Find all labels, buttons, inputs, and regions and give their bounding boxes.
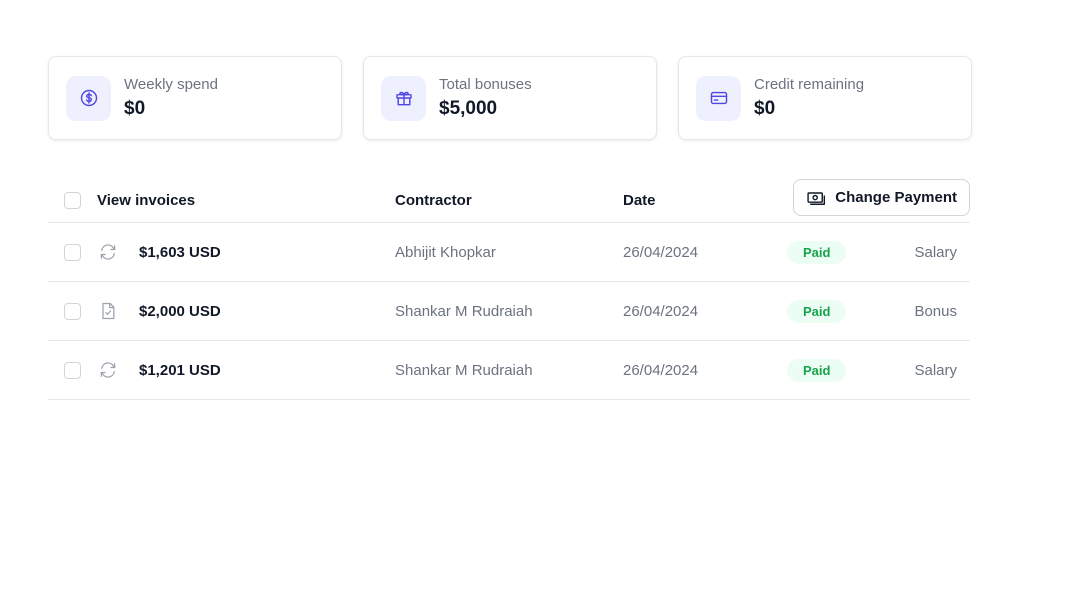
invoice-date: 26/04/2024 — [623, 302, 699, 320]
stats-cards: Weekly spend $0 Total bonuses $5,000 Cre… — [48, 56, 972, 140]
credit-card-icon — [696, 75, 741, 121]
table-row[interactable]: $1,603 USD Abhijit Khopkar 26/04/2024 Pa… — [48, 223, 970, 282]
refresh-icon — [98, 223, 118, 281]
contractor-name: Shankar M Rudraiah — [395, 302, 533, 320]
payment-type: Salary — [914, 243, 957, 261]
dollar-circle-icon — [66, 75, 111, 121]
payment-type: Salary — [914, 361, 957, 379]
invoice-date: 26/04/2024 — [623, 361, 699, 379]
invoice-amount: $1,201 USD — [139, 361, 221, 379]
row-checkbox[interactable] — [64, 361, 81, 379]
total-bonuses-label: Total bonuses — [439, 75, 532, 93]
view-invoices-header[interactable]: View invoices — [97, 178, 195, 222]
invoice-amount: $2,000 USD — [139, 302, 221, 320]
date-header: Date — [623, 191, 656, 209]
gift-icon — [381, 75, 426, 121]
invoices-table: View invoices Contractor Date Change Pay… — [48, 178, 970, 400]
contractor-name: Abhijit Khopkar — [395, 243, 496, 261]
credit-remaining-card: Credit remaining $0 — [678, 56, 972, 140]
table-header: View invoices Contractor Date Change Pay… — [48, 178, 970, 223]
row-checkbox[interactable] — [64, 302, 81, 320]
invoice-date: 26/04/2024 — [623, 243, 699, 261]
credit-remaining-label: Credit remaining — [754, 75, 865, 93]
total-bonuses-value: $5,000 — [439, 97, 498, 119]
row-checkbox[interactable] — [64, 243, 81, 261]
refresh-icon — [98, 341, 118, 399]
change-payment-label: Change Payment — [835, 189, 957, 206]
table-row[interactable]: $1,201 USD Shankar M Rudraiah 26/04/2024… — [48, 341, 970, 400]
status-badge: Paid — [787, 240, 847, 264]
change-payment-button[interactable]: Change Payment — [793, 179, 970, 216]
money-icon — [807, 191, 826, 205]
document-check-icon — [98, 282, 118, 340]
status-badge: Paid — [787, 358, 847, 382]
payment-type: Bonus — [914, 302, 957, 320]
invoice-amount: $1,603 USD — [139, 243, 221, 261]
weekly-spend-value: $0 — [124, 97, 146, 119]
total-bonuses-card: Total bonuses $5,000 — [363, 56, 657, 140]
contractor-name: Shankar M Rudraiah — [395, 361, 533, 379]
table-row[interactable]: $2,000 USD Shankar M Rudraiah 26/04/2024… — [48, 282, 970, 341]
credit-remaining-value: $0 — [754, 97, 776, 119]
weekly-spend-label: Weekly spend — [124, 75, 218, 93]
contractor-header: Contractor — [395, 191, 472, 209]
status-badge: Paid — [787, 299, 847, 323]
weekly-spend-card: Weekly spend $0 — [48, 56, 342, 140]
select-all-checkbox[interactable] — [64, 191, 81, 209]
